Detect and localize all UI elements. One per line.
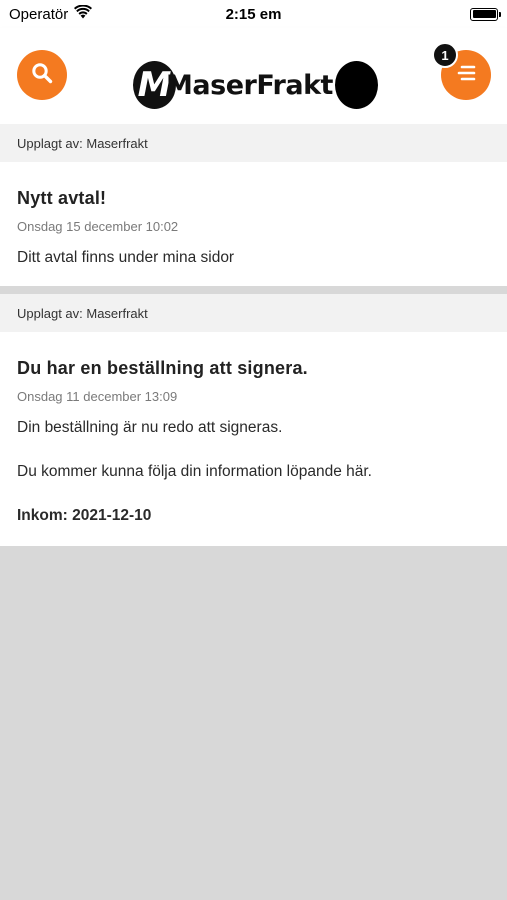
maserfrakt-logo: M MaserFrakt — [133, 59, 378, 111]
logo-text: MaserFrakt — [166, 69, 333, 101]
feed-post[interactable]: Upplagt av: Maserfrakt Nytt avtal! Onsda… — [0, 124, 507, 286]
status-left: Operatör — [9, 4, 93, 23]
search-icon — [31, 62, 53, 89]
post-body: Du har en beställning att signera. Onsda… — [0, 332, 507, 546]
post-received-date: Inkom: 2021-12-10 — [17, 507, 152, 524]
menu-icon — [455, 64, 477, 87]
search-button[interactable] — [17, 50, 67, 100]
post-title: Du har en beställning att signera. — [17, 358, 308, 378]
app-header: M MaserFrakt 1 — [0, 28, 507, 124]
post-date: Onsdag 11 december 13:09 — [17, 389, 178, 404]
notification-badge: 1 — [432, 42, 458, 68]
post-text: Din beställning är nu redo att signeras. — [17, 419, 283, 436]
post-date: Onsdag 15 december 10:02 — [17, 219, 179, 234]
post-author: Upplagt av: Maserfrakt — [0, 294, 507, 332]
post-text: Ditt avtal finns under mina sidor — [17, 249, 235, 266]
news-feed: Upplagt av: Maserfrakt Nytt avtal! Onsda… — [0, 124, 507, 546]
logo-dot — [334, 61, 378, 109]
battery-icon — [470, 7, 501, 21]
post-text: Du kommer kunna följa din information lö… — [17, 463, 372, 480]
post-title: Nytt avtal! — [17, 188, 107, 208]
feed-post[interactable]: Upplagt av: Maserfrakt Du har en beställ… — [0, 294, 507, 546]
post-body: Nytt avtal! Onsdag 15 december 10:02 Dit… — [0, 162, 507, 286]
carrier-label: Operatör — [9, 5, 69, 23]
status-bar: Operatör 2:15 em — [0, 0, 507, 28]
post-author: Upplagt av: Maserfrakt — [0, 124, 507, 162]
wifi-icon — [74, 4, 93, 23]
